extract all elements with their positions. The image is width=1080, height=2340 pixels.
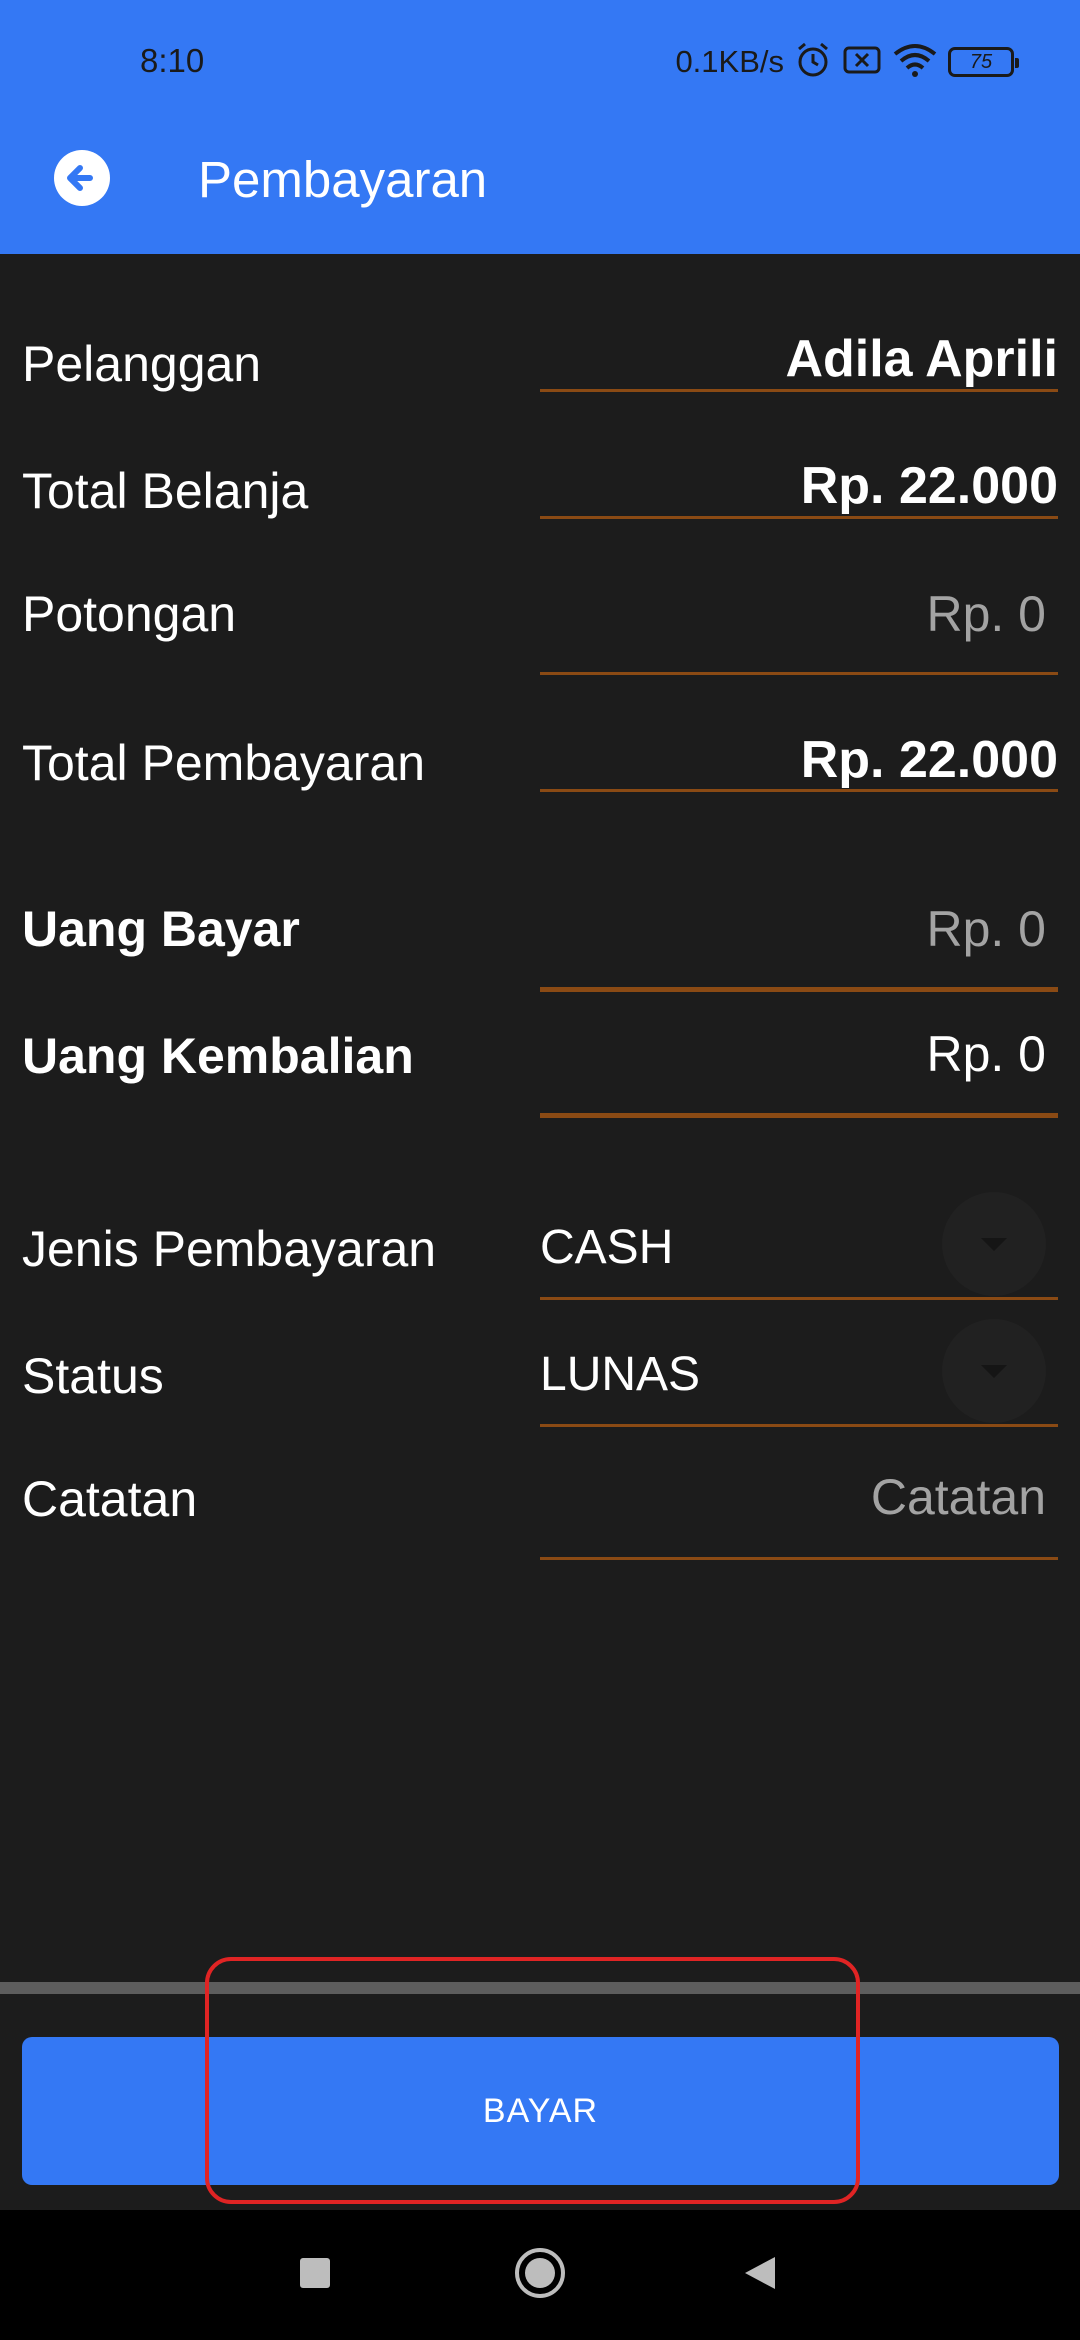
discount-input[interactable]: Rp. 0 — [540, 580, 1058, 675]
note-label: Catatan — [22, 1471, 198, 1527]
chevron-down-icon[interactable] — [942, 1192, 1046, 1296]
amount-paid-label: Uang Bayar — [22, 901, 300, 957]
customer-label: Pelanggan — [22, 336, 262, 392]
customer-field: Adila Aprili — [540, 325, 1058, 392]
total-shopping-value: Rp. 22.000 — [800, 457, 1058, 515]
network-speed: 0.1KB/s — [675, 44, 784, 79]
sim-disabled-icon — [842, 44, 882, 81]
app-bar: Pembayaran — [0, 102, 1080, 254]
change-field: Rp. 0 — [540, 1025, 1058, 1118]
payment-type-selected: CASH — [540, 1221, 674, 1274]
amount-paid-input[interactable]: Rp. 0 — [540, 900, 1058, 992]
payment-type-dropdown[interactable]: CASH — [540, 1190, 1058, 1300]
discount-label: Potongan — [22, 586, 237, 642]
battery-level: 75 — [969, 50, 993, 73]
back-button[interactable] — [42, 140, 122, 220]
system-nav-bar — [0, 2210, 1080, 2340]
customer-value: Adila Aprili — [785, 330, 1058, 388]
change-label: Uang Kembalian — [22, 1028, 414, 1084]
total-payment-label: Total Pembayaran — [22, 735, 426, 791]
note-input[interactable]: Catatan — [540, 1468, 1058, 1560]
discount-placeholder: Rp. 0 — [926, 586, 1046, 642]
amount-paid-placeholder: Rp. 0 — [926, 901, 1046, 957]
payment-type-label: Jenis Pembayaran — [22, 1221, 437, 1277]
battery-icon: 75 — [948, 47, 1019, 77]
total-shopping-label: Total Belanja — [22, 463, 309, 519]
pay-button[interactable]: BAYAR — [22, 2037, 1059, 2185]
wifi-icon — [892, 42, 938, 83]
back-nav-button[interactable] — [700, 2210, 820, 2340]
status-dropdown[interactable]: LUNAS — [540, 1317, 1058, 1427]
triangle-back-icon — [741, 2254, 779, 2297]
total-payment-field: Rp. 22.000 — [540, 730, 1058, 792]
square-icon — [298, 2256, 332, 2295]
status-icons: 0.1KB/s 75 — [675, 38, 1019, 86]
home-circle-icon — [514, 2247, 566, 2304]
page-title: Pembayaran — [198, 151, 488, 208]
total-payment-value: Rp. 22.000 — [800, 731, 1058, 789]
recent-apps-button[interactable] — [255, 2210, 375, 2340]
status-bar: 8:10 0.1KB/s 75 — [0, 0, 1080, 102]
total-shopping-field: Rp. 22.000 — [540, 452, 1058, 519]
change-value: Rp. 0 — [926, 1026, 1046, 1082]
home-button[interactable] — [480, 2210, 600, 2340]
note-placeholder: Catatan — [870, 1469, 1046, 1525]
chevron-down-icon[interactable] — [942, 1319, 1046, 1423]
status-selected: LUNAS — [540, 1348, 701, 1401]
bottom-divider — [0, 1982, 1080, 1994]
status-time: 8:10 — [140, 42, 205, 79]
status-label: Status — [22, 1348, 164, 1404]
back-arrow-circle-icon — [52, 148, 112, 213]
alarm-icon — [794, 41, 832, 84]
